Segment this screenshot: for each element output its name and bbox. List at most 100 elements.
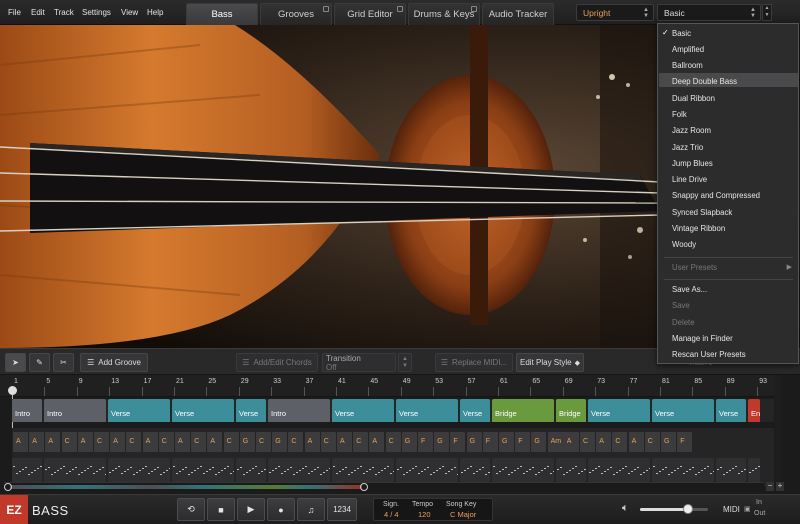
timeline-scrollbar[interactable] [4, 482, 764, 491]
midi-region[interactable] [108, 458, 170, 484]
add-groove-button[interactable]: ☰ Add Groove [80, 353, 148, 372]
preset-item[interactable]: Amplified [672, 45, 704, 54]
tempo-value[interactable]: 120 [418, 510, 431, 519]
chord-block[interactable]: G [434, 432, 450, 452]
chord-block[interactable]: A [207, 432, 223, 452]
rescan-user-presets-item[interactable]: Rescan User Presets [672, 350, 746, 359]
chord-block[interactable]: A [337, 432, 352, 452]
menu-settings[interactable]: Settings [82, 8, 111, 17]
menu-track[interactable]: Track [54, 8, 74, 17]
volume-knob[interactable] [683, 504, 693, 514]
metronome-button[interactable]: ♫ [297, 498, 325, 521]
chord-block[interactable]: A [29, 432, 45, 452]
tab-audio-tracker[interactable]: Audio Tracker [482, 3, 554, 25]
preset-item[interactable]: Jump Blues [672, 159, 713, 168]
midi-region[interactable] [460, 458, 490, 484]
signature-value[interactable]: 4 / 4 [384, 510, 399, 519]
chord-block[interactable]: C [288, 432, 304, 452]
chord-block[interactable]: G [239, 432, 255, 452]
timeline-ruler[interactable]: 1 5 9 13 17 21 25 29 33 37 41 45 49 53 57 61 65 69 73 77 81 8… [0, 375, 775, 397]
midi-region[interactable] [396, 458, 458, 484]
count-in-button[interactable]: 1234 [327, 498, 357, 521]
chord-block[interactable]: A [304, 432, 320, 452]
chord-block[interactable]: A [628, 432, 644, 452]
chord-block[interactable]: G [499, 432, 514, 452]
song-part-block[interactable]: Verse [652, 399, 714, 422]
chord-block[interactable]: F [418, 432, 433, 452]
chord-block[interactable]: F [482, 432, 498, 452]
popout-icon[interactable] [323, 6, 329, 12]
zoom-out-button[interactable]: − [766, 482, 774, 491]
chord-block[interactable]: C [94, 432, 109, 452]
menu-file[interactable]: File [8, 8, 21, 17]
preset-select[interactable]: Basic ▲ ▼ [657, 4, 761, 21]
chord-block[interactable]: A [563, 432, 579, 452]
chord-block[interactable]: G [272, 432, 288, 452]
midi-region[interactable] [332, 458, 394, 484]
song-part-block[interactable]: Verse [460, 399, 490, 422]
song-part-block[interactable]: Bridge [492, 399, 554, 422]
chord-block[interactable]: A [369, 432, 385, 452]
menu-help[interactable]: Help [147, 8, 163, 17]
scroll-left-handle[interactable] [4, 483, 12, 491]
pencil-tool[interactable]: ✎ [29, 353, 50, 372]
vertical-scrollbar[interactable] [775, 375, 781, 481]
chord-block[interactable]: C [385, 432, 401, 452]
chord-block[interactable]: C [612, 432, 628, 452]
preset-item[interactable]: Basic [672, 29, 691, 38]
midi-region[interactable] [236, 458, 266, 484]
preset-item[interactable]: Jazz Room [672, 126, 711, 135]
song-part-block[interactable]: Intro [268, 399, 330, 422]
chord-block[interactable]: G [661, 432, 676, 452]
zoom-in-button[interactable]: + [776, 482, 784, 491]
chord-block[interactable]: A [175, 432, 190, 452]
manage-in-finder-item[interactable]: Manage in Finder [672, 334, 733, 343]
chord-block[interactable]: C [353, 432, 369, 452]
chord-block[interactable]: C [256, 432, 271, 452]
song-part-block[interactable]: Verse [396, 399, 458, 422]
volume-slider[interactable] [640, 504, 708, 514]
menu-view[interactable]: View [121, 8, 138, 17]
midi-region[interactable] [588, 458, 650, 484]
instrument-select[interactable]: Upright ▲ ▼ [576, 4, 654, 21]
song-part-block[interactable]: Intro [44, 399, 106, 422]
playhead-marker[interactable] [8, 386, 17, 395]
preset-item[interactable]: Snappy and Compressed [672, 191, 760, 200]
replace-midi-button[interactable]: ☰ Replace MIDI... [435, 353, 513, 372]
midi-region[interactable] [268, 458, 330, 484]
chord-block[interactable]: F [515, 432, 531, 452]
save-as-item[interactable]: Save As... [672, 285, 707, 294]
tab-grooves[interactable]: Grooves [260, 3, 332, 25]
chord-block[interactable]: A [13, 432, 28, 452]
chord-block[interactable]: C [580, 432, 595, 452]
chord-block[interactable]: C [320, 432, 336, 452]
midi-region[interactable] [12, 458, 42, 484]
midi-region[interactable] [556, 458, 586, 484]
midi-region[interactable] [748, 458, 760, 484]
preset-item[interactable]: Vintage Ribbon [672, 224, 725, 233]
chord-block[interactable]: A [596, 432, 612, 452]
song-part-block[interactable]: Verse [108, 399, 170, 422]
song-part-block[interactable]: En [748, 399, 760, 422]
chord-block[interactable]: A [45, 432, 61, 452]
chord-block[interactable]: A [77, 432, 93, 452]
split-tool[interactable]: ✂ [53, 353, 74, 372]
transition-select[interactable]: Transition Off [322, 353, 396, 372]
chord-block[interactable]: C [223, 432, 239, 452]
preset-item[interactable]: Line Drive [672, 175, 707, 184]
record-button[interactable]: ● [267, 498, 295, 521]
chord-block[interactable]: G [401, 432, 417, 452]
midi-region[interactable] [172, 458, 234, 484]
chord-block[interactable]: C [61, 432, 77, 452]
song-part-block[interactable]: Bridge [556, 399, 586, 422]
tab-bass[interactable]: Bass [186, 3, 258, 25]
transition-stepper[interactable]: ▲ ▼ [398, 353, 412, 372]
chord-block[interactable]: F [677, 432, 693, 452]
preset-item[interactable]: Synced Slapback [672, 208, 732, 217]
loop-button[interactable]: ⟲ [177, 498, 205, 521]
preset-item[interactable]: Ballroom [672, 61, 703, 70]
preset-stepper[interactable]: ▲ ▼ [762, 4, 772, 21]
midi-region[interactable] [716, 458, 746, 484]
select-tool[interactable]: ➤ [5, 353, 26, 372]
song-part-block[interactable]: Verse [236, 399, 266, 422]
